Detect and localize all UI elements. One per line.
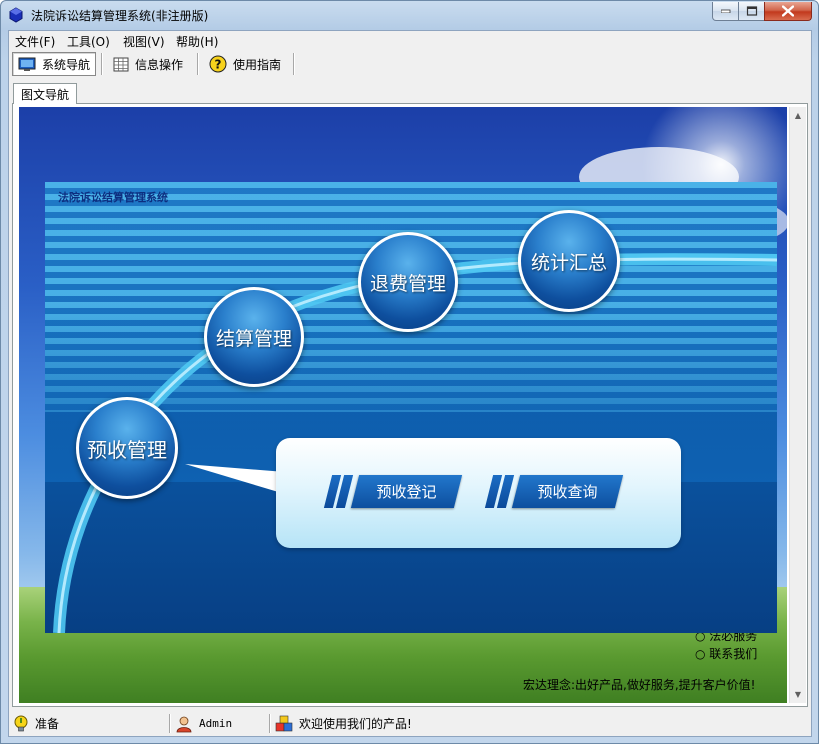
module-statistics-summary[interactable]: 统计汇总 bbox=[518, 210, 620, 312]
tab-panel: ○ 法必服务 ○ 联系我们 宏达理念:出好产品,做好服务,提升客户价值! 法院诉… bbox=[12, 103, 808, 707]
status-ready: 准备 bbox=[13, 712, 59, 735]
title-bar[interactable]: 法院诉讼结算管理系统(非注册版) bbox=[1, 1, 818, 29]
close-button[interactable] bbox=[764, 2, 812, 21]
toolbar-system-nav-label: 系统导航 bbox=[42, 57, 91, 72]
status-user: Admin bbox=[175, 712, 232, 735]
status-message: 欢迎使用我们的产品! bbox=[275, 712, 412, 735]
module-settlement-label: 结算管理 bbox=[215, 327, 292, 350]
maximize-button[interactable] bbox=[738, 2, 765, 21]
module-prepay-label: 预收管理 bbox=[87, 437, 167, 462]
prepay-query-button[interactable]: 预收查询 bbox=[484, 475, 624, 508]
menu-tools[interactable]: 工具(O) bbox=[67, 33, 110, 50]
minimize-button[interactable] bbox=[712, 2, 739, 21]
slogan-text: 宏达理念:出好产品,做好服务,提升客户价值! bbox=[523, 678, 756, 692]
minimize-icon bbox=[720, 9, 730, 13]
lightbulb-icon bbox=[14, 715, 28, 731]
vertical-scrollbar[interactable]: ▲ ▼ bbox=[789, 107, 806, 703]
status-bar: 准备 Admin 欢迎使用我们的产品! bbox=[9, 711, 811, 736]
close-icon bbox=[782, 5, 794, 17]
toolbar-info-ops-button[interactable]: 信息操作 bbox=[108, 52, 188, 76]
module-settlement-management[interactable]: 结算管理 bbox=[204, 287, 304, 387]
menu-bar: 文件(F) 工具(O) 视图(V) 帮助(H) bbox=[9, 31, 811, 50]
blocks-icon bbox=[275, 715, 293, 731]
app-icon bbox=[9, 7, 23, 23]
toolbar-separator bbox=[293, 53, 295, 75]
scroll-down-icon[interactable]: ▼ bbox=[790, 686, 806, 703]
client-area: 文件(F) 工具(O) 视图(V) 帮助(H) 系统导航 信息操作 ? 使用指南… bbox=[8, 30, 812, 737]
toolbar-system-nav-button[interactable]: 系统导航 bbox=[12, 52, 97, 76]
help-icon: ? bbox=[209, 55, 227, 73]
svg-text:?: ? bbox=[215, 58, 222, 72]
tab-graphic-nav[interactable]: 图文导航 bbox=[13, 83, 77, 104]
prepay-register-label: 预收登记 bbox=[376, 483, 437, 501]
navigation-view: ○ 法必服务 ○ 联系我们 宏达理念:出好产品,做好服务,提升客户价值! 法院诉… bbox=[19, 107, 787, 703]
menu-view[interactable]: 视图(V) bbox=[123, 33, 165, 50]
prepay-query-label: 预收查询 bbox=[537, 483, 598, 501]
module-panel: 法院诉讼结算管理系统 预收管理 结算管理 退费管理 统计汇总 预收登记 预收查询 bbox=[45, 182, 777, 633]
prepay-register-button[interactable]: 预收登记 bbox=[323, 475, 463, 508]
scroll-up-icon[interactable]: ▲ bbox=[790, 107, 806, 124]
link-contact[interactable]: ○ 联系我们 bbox=[695, 645, 757, 662]
module-refund-label: 退费管理 bbox=[369, 272, 446, 295]
application-window: 法院诉讼结算管理系统(非注册版) 文件(F) 工具(O) 视图(V) 帮助(H) bbox=[0, 0, 819, 744]
maximize-icon bbox=[746, 6, 757, 16]
status-divider bbox=[269, 714, 271, 733]
toolbar-user-guide-label: 使用指南 bbox=[233, 57, 282, 72]
grid-icon bbox=[113, 57, 129, 71]
module-statistics-label: 统计汇总 bbox=[530, 251, 607, 274]
toolbar-user-guide-button[interactable]: ? 使用指南 bbox=[204, 52, 286, 76]
window-title: 法院诉讼结算管理系统(非注册版) bbox=[31, 9, 209, 23]
status-ready-text: 准备 bbox=[35, 717, 60, 731]
user-icon bbox=[176, 716, 192, 732]
module-refund-management[interactable]: 退费管理 bbox=[358, 232, 458, 332]
module-prepay-management[interactable]: 预收管理 bbox=[76, 397, 178, 499]
status-divider bbox=[169, 714, 171, 733]
toolbar-separator bbox=[197, 53, 199, 75]
toolbar-info-ops-label: 信息操作 bbox=[135, 57, 184, 72]
status-message-text: 欢迎使用我们的产品! bbox=[299, 717, 412, 731]
menu-help[interactable]: 帮助(H) bbox=[176, 33, 218, 50]
toolbar: 系统导航 信息操作 ? 使用指南 bbox=[9, 50, 811, 78]
menu-file[interactable]: 文件(F) bbox=[15, 33, 55, 50]
status-user-text: Admin bbox=[199, 717, 233, 730]
toolbar-separator bbox=[101, 53, 103, 75]
monitor-icon bbox=[18, 57, 36, 71]
